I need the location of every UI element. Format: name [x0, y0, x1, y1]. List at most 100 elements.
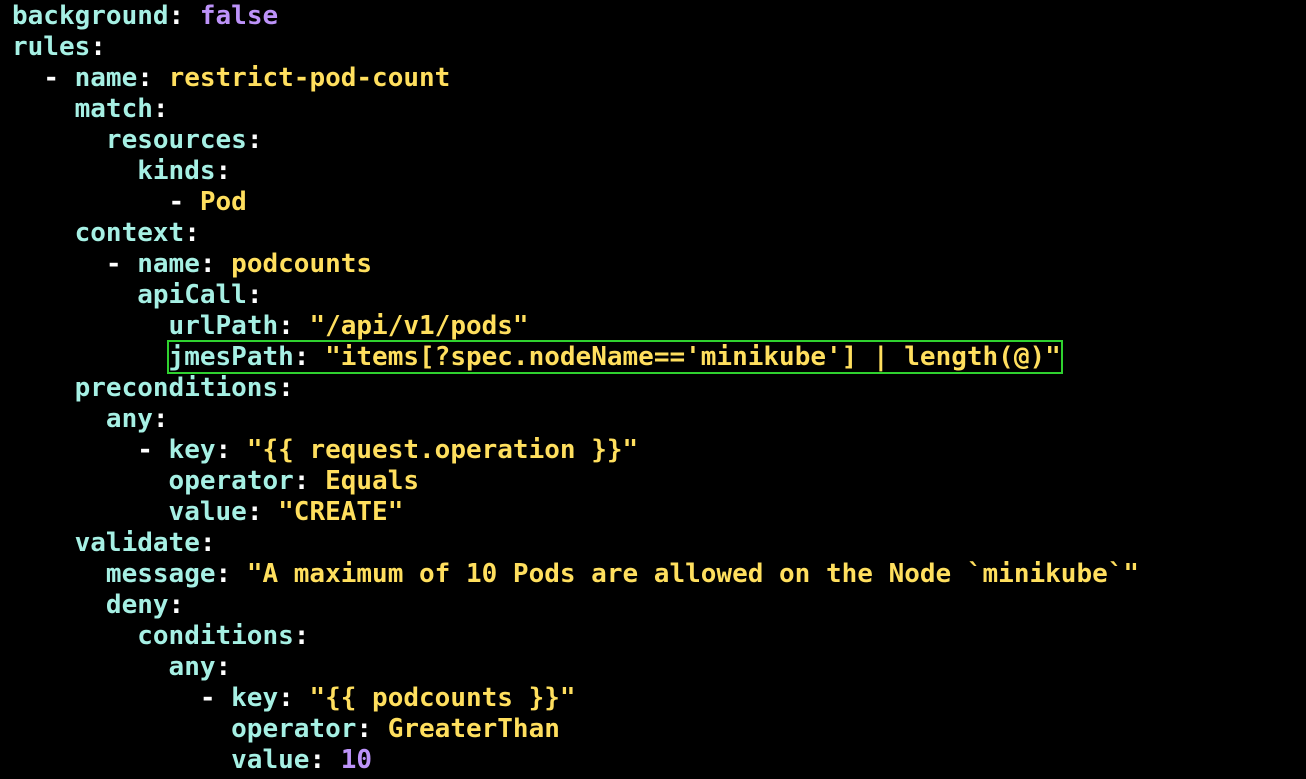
code-line: rules: [0, 32, 1306, 63]
code-line: jmesPath: "items[?spec.nodeName=='miniku… [0, 340, 1306, 374]
yaml-value: "/api/v1/pods" [309, 311, 529, 341]
yaml-key: value [168, 497, 247, 527]
code-line: urlPath: "/api/v1/pods" [0, 311, 1306, 342]
yaml-editor[interactable]: background: false rules: - name: restrict… [0, 0, 1306, 779]
yaml-value: GreaterThan [387, 714, 560, 744]
code-line: any: [0, 652, 1306, 683]
code-line: any: [0, 404, 1306, 435]
yaml-key: any [105, 404, 153, 434]
yaml-key: name [137, 249, 200, 279]
yaml-key: jmesPath [168, 342, 294, 372]
yaml-separator: : [246, 280, 263, 310]
code-line: operator: GreaterThan [0, 714, 1306, 745]
code-line: - name: restrict-pod-count [0, 63, 1306, 94]
yaml-key: preconditions [74, 373, 279, 403]
yaml-key: rules [12, 32, 91, 62]
yaml-value: podcounts [231, 249, 373, 279]
yaml-value: "CREATE" [278, 497, 404, 527]
yaml-key: operator [168, 466, 294, 496]
yaml-key: name [74, 63, 138, 93]
yaml-key: validate [74, 528, 200, 558]
yaml-separator: : [278, 373, 294, 403]
highlight-box: jmesPath: "items[?spec.nodeName=='miniku… [166, 340, 1063, 374]
yaml-value: "A maximum of 10 Pods are allowed on the… [246, 559, 1140, 589]
yaml-value: restrict-pod-count [168, 63, 451, 93]
yaml-separator: : [199, 528, 216, 558]
code-line: - key: "{{ request.operation }}" [0, 435, 1306, 466]
code-line: conditions: [0, 621, 1306, 652]
yaml-key: background [12, 1, 169, 31]
yaml-separator: : [246, 497, 279, 527]
code-line: apiCall: [0, 280, 1306, 311]
yaml-separator: : [278, 683, 310, 713]
list-dash: - [43, 63, 75, 93]
yaml-separator: : [90, 32, 106, 62]
yaml-value: "{{ podcounts }}" [309, 683, 576, 713]
list-dash: - [168, 187, 200, 217]
yaml-key: message [105, 559, 216, 589]
yaml-key: context [74, 218, 185, 248]
yaml-key: kinds [137, 156, 216, 186]
yaml-key: operator [231, 714, 357, 744]
yaml-separator: : [199, 249, 232, 279]
yaml-value: "{{ request.operation }}" [246, 435, 639, 465]
yaml-separator: : [278, 311, 310, 341]
yaml-key: deny [105, 590, 169, 620]
list-dash: - [137, 435, 169, 465]
yaml-separator: : [215, 435, 247, 465]
yaml-separator: : [246, 125, 263, 155]
yaml-value: Equals [325, 466, 420, 496]
yaml-value: 10 [340, 745, 373, 775]
list-dash: - [105, 249, 138, 279]
yaml-key: apiCall [137, 280, 247, 310]
code-line: - Pod [0, 187, 1306, 218]
code-line: value: 10 [0, 745, 1306, 776]
yaml-key: key [168, 435, 216, 465]
code-line: - name: podcounts [0, 249, 1306, 280]
code-line: message: "A maximum of 10 Pods are allow… [0, 559, 1306, 590]
code-line: - key: "{{ podcounts }}" [0, 683, 1306, 714]
yaml-separator: : [152, 404, 169, 434]
code-line: background: false [0, 1, 1306, 32]
yaml-separator: : [168, 590, 185, 620]
yaml-key: value [231, 745, 310, 775]
yaml-key: key [231, 683, 279, 713]
yaml-value: "items[?spec.nodeName=='minikube'] | len… [325, 342, 1061, 372]
yaml-separator: : [215, 559, 247, 589]
yaml-separator: : [293, 621, 310, 651]
yaml-separator: : [152, 94, 169, 124]
code-line: match: [0, 94, 1306, 125]
yaml-separator: : [356, 714, 388, 744]
yaml-key: any [168, 652, 216, 682]
yaml-key: resources [105, 125, 247, 155]
code-line: operator: Equals [0, 466, 1306, 497]
yaml-separator: : [293, 466, 326, 496]
yaml-separator: : [215, 652, 232, 682]
yaml-key: conditions [137, 621, 294, 651]
yaml-value: false [199, 1, 279, 31]
yaml-separator: : [137, 63, 169, 93]
code-line: context: [0, 218, 1306, 249]
yaml-separator: : [184, 218, 200, 248]
code-line: value: "CREATE" [0, 497, 1306, 528]
